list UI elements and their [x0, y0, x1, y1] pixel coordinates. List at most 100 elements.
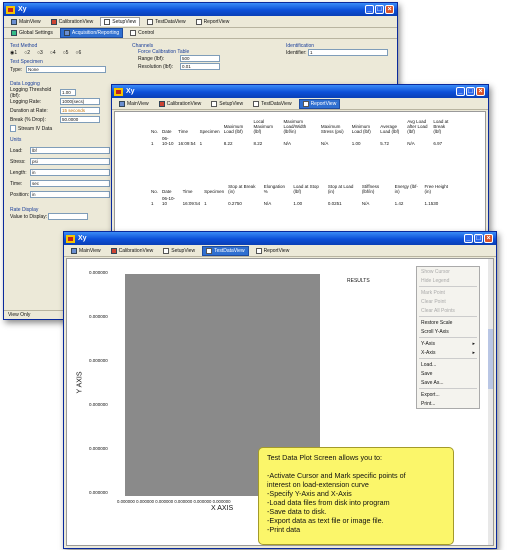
menu-item-save-as[interactable]: Save As... — [417, 378, 479, 387]
close-button[interactable]: × — [385, 5, 394, 14]
unit-load-select[interactable]: lbf — [30, 147, 110, 154]
tab-calibrationview[interactable]: CalibrationView — [156, 100, 205, 108]
table-header-row: No. Date Time Specimen Maximum Load (lbf) Loc… — [149, 118, 455, 135]
close-button[interactable]: × — [484, 234, 493, 243]
radio-1[interactable]: ◉1 — [10, 50, 17, 56]
duration-field[interactable]: 15 seconds — [60, 107, 100, 114]
column-header: Time — [182, 189, 193, 194]
resolution-label: Resolution (lbf): — [138, 64, 174, 70]
menu-item-hide-legend: Hide Legend — [417, 276, 479, 285]
table-cell: 5.72 — [380, 141, 390, 146]
testdata-icon — [253, 100, 260, 107]
x-axis-label: X AXIS — [211, 505, 234, 512]
radio-2[interactable]: ○2 — [24, 50, 30, 56]
tab-control[interactable]: Control — [127, 29, 157, 37]
tab-mainview[interactable]: MainView — [8, 18, 44, 26]
table-cell: N/A — [407, 141, 415, 146]
column-header: Local Maximum (lbf) — [253, 119, 273, 134]
table-row[interactable]: 1 06-10-10 16:09:54 1 8.22 8.22 N/A N/A 1.00 5.72… — [149, 135, 455, 147]
close-button[interactable]: × — [476, 87, 485, 96]
value-to-display-select[interactable] — [48, 213, 88, 220]
column-header: Free Height (in) — [424, 184, 449, 194]
maximize-button[interactable]: □ — [474, 234, 483, 243]
unit-load-row: Load: lbf — [10, 145, 110, 156]
menu-item-export[interactable]: Export... — [417, 390, 479, 399]
menu-item-x-axis[interactable]: X-Axis ▸ — [417, 348, 479, 357]
submenu-arrow-icon: ▸ — [472, 350, 475, 356]
menu-item-scroll-y-axis[interactable]: Scroll Y-Axis — [417, 327, 479, 336]
app-icon — [6, 5, 15, 14]
menu-item-show-cursor: Show Cursor — [417, 267, 479, 276]
break-field[interactable]: 50.0000 — [60, 116, 100, 123]
menu-item-y-axis[interactable]: Y-Axis ▸ — [417, 339, 479, 348]
range-field[interactable]: 500 — [180, 55, 220, 62]
type-select[interactable]: None — [26, 66, 106, 73]
unit-position-select[interactable]: in — [30, 191, 110, 198]
maximize-button[interactable]: □ — [466, 87, 475, 96]
tab-global-settings[interactable]: Global Settings — [8, 29, 56, 37]
unit-time-select[interactable]: sec — [30, 180, 110, 187]
minimize-button[interactable]: _ — [456, 87, 465, 96]
column-header: Load at Break (lbf) — [433, 119, 449, 134]
radio-4[interactable]: ○4 — [50, 50, 56, 56]
table-cell: 1.1530 — [424, 201, 439, 206]
value-to-display-label: Value to Display: — [10, 214, 48, 220]
menu-separator — [419, 337, 477, 338]
column-header: Energy (lbf-in) — [394, 184, 418, 194]
tab-reportview[interactable]: ReportView — [253, 247, 293, 255]
minimize-button[interactable]: _ — [365, 5, 374, 14]
tab-testdataview[interactable]: TestDataView — [144, 18, 188, 26]
tab-reportview[interactable]: ReportView — [298, 98, 341, 109]
logging-rate-field[interactable]: 1000(secs) — [60, 98, 100, 105]
calibration-icon — [110, 247, 117, 254]
radio-6[interactable]: ○6 — [75, 50, 81, 56]
setup-title-bar[interactable]: Xy _ □ × — [4, 3, 397, 16]
window-controls: _ □ × — [456, 87, 485, 96]
menu-item-label: Show Cursor — [421, 269, 450, 275]
identifier-field[interactable]: 1 — [308, 49, 388, 56]
radio-3[interactable]: ○3 — [37, 50, 43, 56]
radio-5[interactable]: ○5 — [63, 50, 69, 56]
tab-setupview[interactable]: SetupView — [100, 17, 141, 26]
tab-reportview[interactable]: ReportView — [193, 18, 233, 26]
menu-item-save[interactable]: Save — [417, 369, 479, 378]
note-line: Test Data Plot Screen allows you to: — [267, 453, 383, 462]
tab-mainview[interactable]: MainView — [68, 247, 104, 255]
rate-display-label: Rate Display — [10, 207, 39, 213]
table-row[interactable]: 1 06-10-10 16:09:54 1 0.2750 N/A 1.00 0.0251 N/A… — [149, 195, 455, 207]
menu-item-label: Clear Point — [421, 299, 446, 305]
tab-calibrationview[interactable]: CalibrationView — [48, 18, 97, 26]
table-cell: 6.97 — [433, 141, 443, 146]
vertical-scrollbar[interactable] — [488, 259, 493, 545]
tab-testdataview[interactable]: TestDataView — [202, 245, 249, 256]
minimize-button[interactable]: _ — [464, 234, 473, 243]
setup-icon — [163, 247, 170, 254]
unit-length-select[interactable]: in — [30, 169, 110, 176]
tab-setupview[interactable]: SetupView — [208, 100, 246, 108]
column-header: Date — [162, 129, 172, 134]
tab-mainview[interactable]: MainView — [116, 100, 152, 108]
testdata-icon — [206, 247, 213, 254]
tab-setupview[interactable]: SetupView — [160, 247, 198, 255]
stream-checkbox[interactable] — [10, 125, 16, 132]
report-title-bar[interactable]: Xy _ □ × — [112, 85, 488, 98]
menu-item-restore-scale[interactable]: Restore Scale — [417, 318, 479, 327]
unit-stress-select[interactable]: psi — [30, 158, 110, 165]
tab-testdataview[interactable]: TestDataView — [250, 100, 294, 108]
menu-item-load[interactable]: Load... — [417, 360, 479, 369]
tab-acquisition-reporting[interactable]: Acquisition/Reporting — [59, 28, 124, 38]
report-title: Xy — [126, 88, 135, 95]
range-label: Range (lbf): — [138, 56, 165, 62]
setup-title: Xy — [18, 6, 27, 13]
resolution-field[interactable]: 0.01 — [180, 63, 220, 70]
table-cell: 1 — [199, 141, 203, 146]
plot-title-bar[interactable]: Xy _ □ × — [64, 232, 496, 245]
menu-item-label: Clear All Points — [421, 308, 455, 314]
scrollbar-thumb[interactable] — [488, 329, 493, 389]
tab-calibrationview[interactable]: CalibrationView — [108, 247, 157, 255]
logging-threshold-field[interactable]: 1.00 — [60, 89, 76, 96]
maximize-button[interactable]: □ — [375, 5, 384, 14]
identifier-label: Identifier: — [286, 50, 307, 56]
menu-separator — [419, 316, 477, 317]
menu-item-print[interactable]: Print... — [417, 399, 479, 408]
